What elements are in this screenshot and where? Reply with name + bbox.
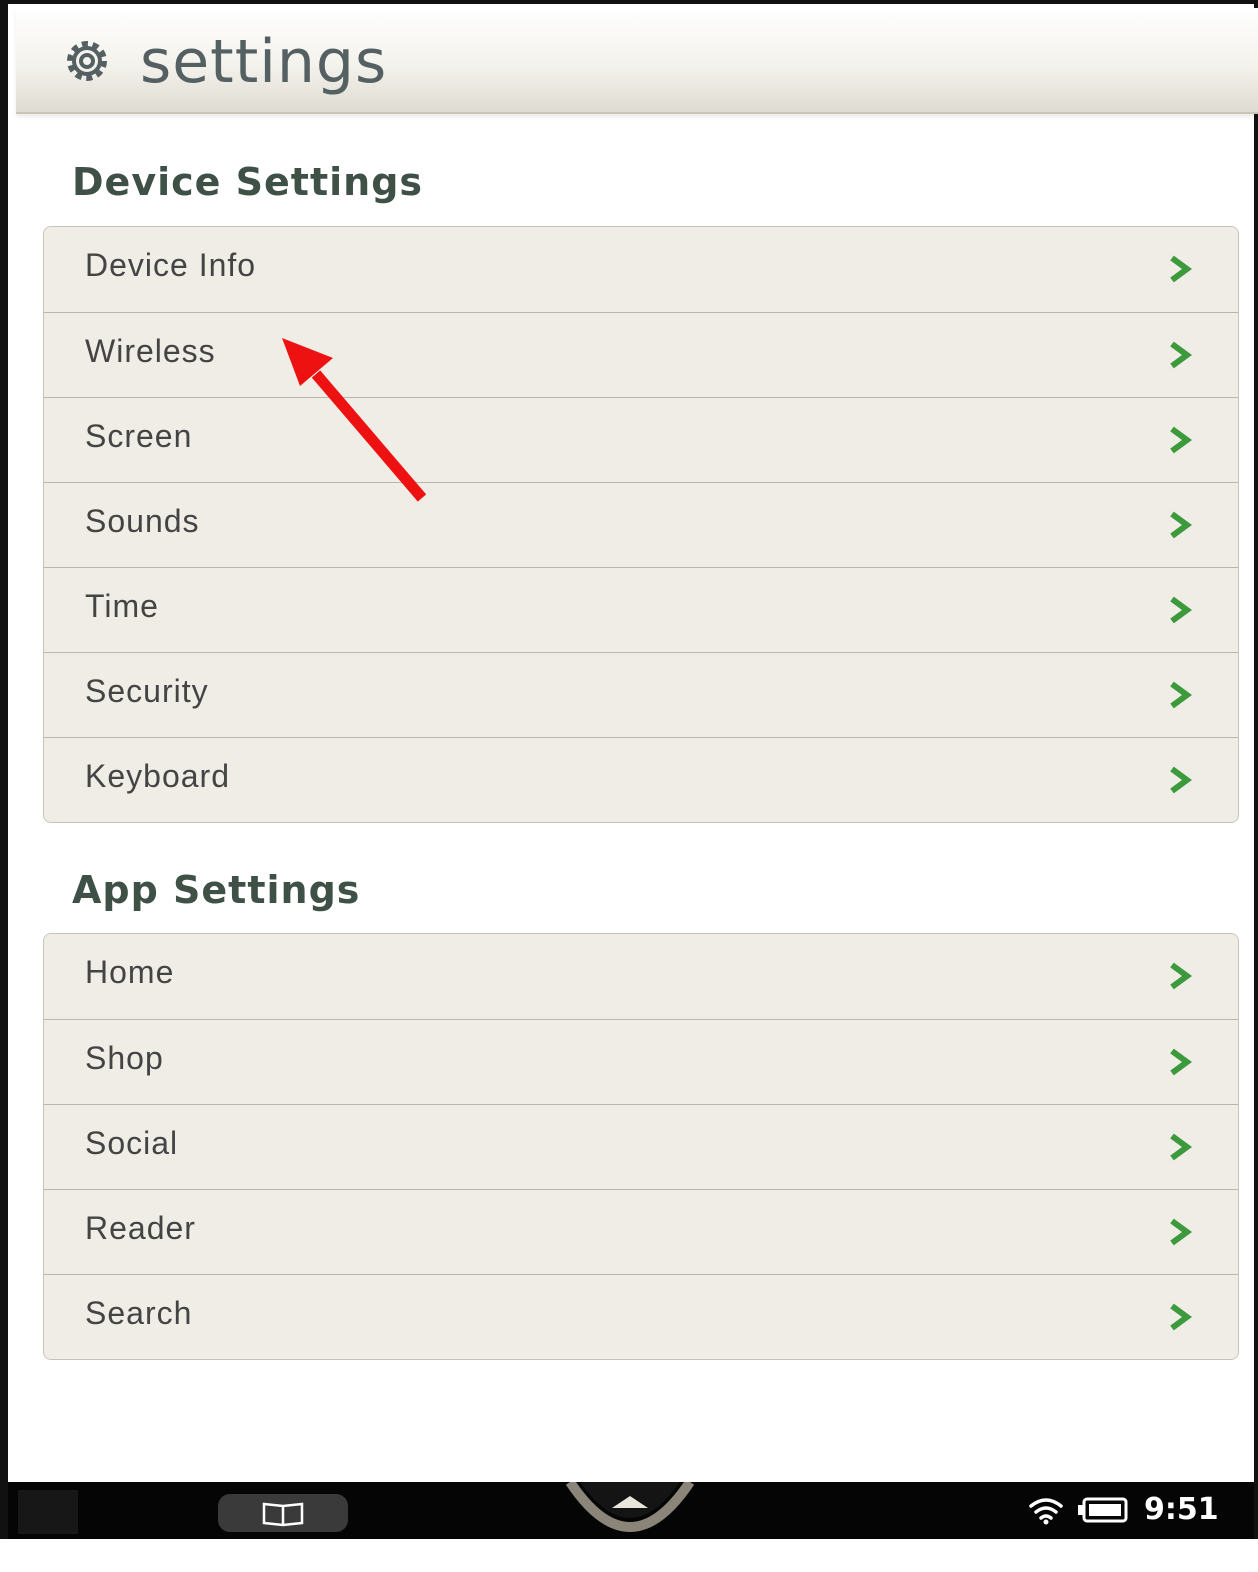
- device-settings-list: Device Info Wireless Screen Sounds Time …: [43, 226, 1239, 823]
- settings-item-keyboard[interactable]: Keyboard: [44, 737, 1238, 822]
- settings-item-shop[interactable]: Shop: [44, 1019, 1238, 1104]
- clock-time: 9:51: [1144, 1492, 1219, 1527]
- chevron-right-icon: [1170, 1303, 1192, 1331]
- settings-item-device-info[interactable]: Device Info: [44, 227, 1238, 312]
- settings-item-label: Home: [85, 954, 175, 990]
- wifi-icon: [1029, 1498, 1063, 1525]
- chevron-right-icon: [1170, 766, 1192, 794]
- settings-item-reader[interactable]: Reader: [44, 1189, 1238, 1274]
- settings-item-label: Shop: [85, 1040, 164, 1076]
- settings-item-label: Sounds: [85, 503, 200, 539]
- clock-ampm: AM: [1144, 1540, 1180, 1564]
- gear-icon: [67, 41, 107, 81]
- battery-icon: [1078, 1497, 1128, 1523]
- settings-item-label: Wireless: [85, 333, 216, 369]
- settings-item-label: Screen: [85, 418, 193, 454]
- chevron-right-icon: [1170, 1218, 1192, 1246]
- settings-item-label: Social: [85, 1125, 179, 1161]
- section-heading-app-settings: App Settings: [72, 868, 361, 912]
- app-settings-list: Home Shop Social Reader Search: [43, 933, 1239, 1360]
- settings-item-wireless[interactable]: Wireless: [44, 312, 1238, 397]
- chevron-right-icon: [1170, 341, 1192, 369]
- settings-item-label: Device Info: [85, 247, 257, 283]
- settings-item-label: Search: [85, 1295, 193, 1331]
- chevron-right-icon: [1170, 596, 1192, 624]
- chevron-right-icon: [1170, 1133, 1192, 1161]
- annotation-arrow-icon: [282, 338, 427, 502]
- settings-item-label: Keyboard: [85, 758, 230, 794]
- settings-item-label: Reader: [85, 1210, 196, 1246]
- settings-item-label: Time: [85, 588, 159, 624]
- system-nav-bar: 9:51 AM: [8, 1482, 1254, 1564]
- chevron-right-icon: [1170, 1048, 1192, 1076]
- page-title: settings: [140, 27, 388, 97]
- section-heading-device-settings: Device Settings: [72, 160, 424, 204]
- status-clock: 9:51 AM: [1144, 1490, 1254, 1572]
- library-button[interactable]: [218, 1494, 348, 1532]
- home-up-icon[interactable]: [560, 1482, 700, 1539]
- settings-item-security[interactable]: Security: [44, 652, 1238, 737]
- settings-item-label: Security: [85, 673, 209, 709]
- chevron-right-icon: [1170, 511, 1192, 539]
- title-bar: settings: [16, 8, 1258, 114]
- settings-item-sounds[interactable]: Sounds: [44, 482, 1238, 567]
- settings-item-time[interactable]: Time: [44, 567, 1238, 652]
- chevron-right-icon: [1170, 255, 1192, 283]
- book-icon: [262, 1502, 304, 1527]
- settings-item-screen[interactable]: Screen: [44, 397, 1238, 482]
- settings-item-social[interactable]: Social: [44, 1104, 1238, 1189]
- settings-item-home[interactable]: Home: [44, 934, 1238, 1019]
- chevron-right-icon: [1170, 681, 1192, 709]
- chevron-right-icon: [1170, 962, 1192, 990]
- device-frame: settings Device Settings Device Info Wir…: [0, 0, 1258, 1539]
- settings-item-search[interactable]: Search: [44, 1274, 1238, 1359]
- chevron-right-icon: [1170, 426, 1192, 454]
- nav-left-area: [18, 1490, 78, 1534]
